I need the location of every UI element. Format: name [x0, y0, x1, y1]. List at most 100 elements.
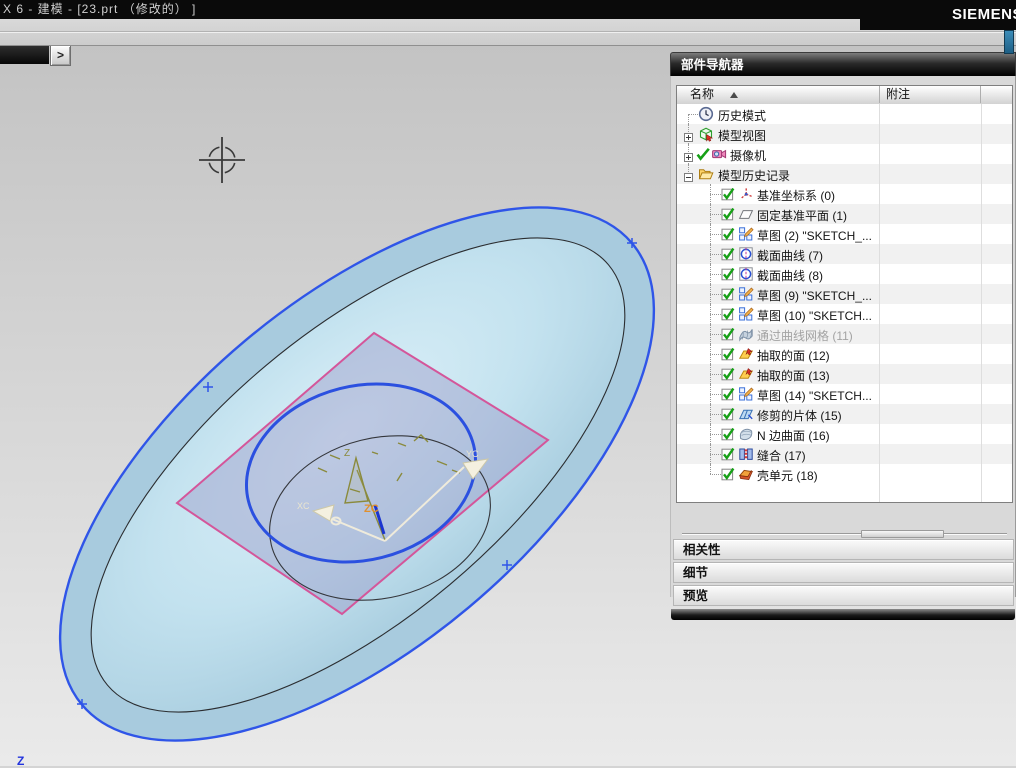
tree-guide [710, 254, 721, 255]
nside-icon [738, 426, 754, 442]
shell-icon [738, 466, 754, 482]
collapse-icon[interactable] [684, 169, 693, 182]
tree-item-label: 截面曲线 (7) [757, 249, 824, 263]
tree-item-label: N 边曲面 (16) [757, 429, 830, 443]
tree-item-history-mode[interactable]: 历史模式 [677, 104, 1012, 124]
sew-icon [738, 446, 754, 462]
column-header-name[interactable]: 名称 [677, 86, 880, 103]
tree-guide [710, 194, 721, 195]
tree-item-datum-csys[interactable]: 基准坐标系 (0) [677, 184, 1012, 204]
checkbox[interactable] [721, 387, 735, 401]
tree-item-label: 草图 (9) "SKETCH_... [757, 289, 872, 303]
checkbox[interactable] [721, 367, 735, 381]
tree-guide [710, 374, 721, 375]
docked-panel-tab[interactable] [1004, 30, 1014, 54]
tree-item-extracted-face-13[interactable]: 抽取的面 (13) [677, 364, 1012, 384]
checkbox[interactable] [721, 227, 735, 241]
window-title: X 6 - 建模 - [23.prt （修改的） ] [3, 2, 197, 16]
checkbox[interactable] [721, 307, 735, 321]
tree-item-section-curve-8[interactable]: 截面曲线 (8) [677, 264, 1012, 284]
column-note-label: 附注 [886, 87, 911, 101]
tree-item-shell-unit[interactable]: 壳单元 (18) [677, 464, 1012, 484]
checkbox[interactable] [721, 407, 735, 421]
checkbox[interactable] [721, 427, 735, 441]
tree-guide [710, 294, 721, 295]
trim-icon [738, 406, 754, 422]
siemens-logo: SIEMENS [860, 0, 1016, 30]
section-preview[interactable]: 预览 [673, 585, 1014, 606]
tree-item-label: 修剪的片体 (15) [757, 409, 842, 423]
face-icon [738, 346, 754, 362]
toolbar-divider-highlight [0, 32, 1016, 33]
face-icon [738, 366, 754, 382]
tree-item-extracted-face-12[interactable]: 抽取的面 (12) [677, 344, 1012, 364]
column-header-note[interactable]: 附注 [880, 86, 981, 103]
column-separator[interactable] [879, 104, 880, 502]
tree-item-sketch-9[interactable]: 草图 (9) "SKETCH_... [677, 284, 1012, 304]
section-details[interactable]: 细节 [673, 562, 1014, 583]
tree-guide [710, 474, 721, 475]
tree-item-sew[interactable]: 缝合 (17) [677, 444, 1012, 464]
sketch-icon [738, 286, 754, 302]
plane-icon [738, 206, 754, 222]
column-separator[interactable] [981, 104, 982, 502]
scrollbar-track [682, 533, 1007, 535]
tree-item-through-curve-mesh[interactable]: 通过曲线网格 (11) [677, 324, 1012, 344]
section-icon [738, 266, 754, 282]
tree-item-label: 截面曲线 (8) [757, 269, 824, 283]
tree-guide [688, 114, 698, 115]
navigator-tree: 名称 附注 历史模式模型视图 摄像机 模型历史记录基准坐标系 (0) 固定基准平面 (… [676, 85, 1013, 503]
tree-guide [710, 314, 721, 315]
clock-icon [698, 106, 714, 122]
tree-item-model-views[interactable]: 模型视图 [677, 124, 1012, 144]
checkbox[interactable] [721, 207, 735, 221]
tree-guide [710, 414, 721, 415]
checkbox[interactable] [721, 267, 735, 281]
tree-guide [710, 334, 721, 335]
tree-item-sketch-14[interactable]: 草图 (14) "SKETCH... [677, 384, 1012, 404]
panel-resize-edge[interactable] [671, 609, 1015, 620]
tree-item-label: 基准坐标系 (0) [757, 189, 836, 203]
part-navigator-panel: 部件导航器 名称 附注 历史模式模型视图 摄像机 模型历史记录基准坐标系 (0) 固定… [670, 52, 1016, 620]
tree-column-headers: 名称 附注 [677, 86, 1012, 105]
checkbox[interactable] [721, 347, 735, 361]
tree-item-label: 抽取的面 (13) [757, 369, 830, 383]
tree-item-n-sided-surface[interactable]: N 边曲面 (16) [677, 424, 1012, 444]
panel-body: 名称 附注 历史模式模型视图 摄像机 模型历史记录基准坐标系 (0) 固定基准平面 (… [670, 76, 1016, 620]
checkbox[interactable] [721, 247, 735, 261]
tree-item-label: 历史模式 [718, 109, 767, 123]
tree-item-label: 模型视图 [718, 129, 767, 143]
tree-item-label: 壳单元 (18) [757, 469, 818, 483]
mesh-icon [738, 326, 754, 342]
tree-item-trimmed-sheet[interactable]: 修剪的片体 (15) [677, 404, 1012, 424]
panel-title[interactable]: 部件导航器 [670, 52, 1016, 76]
tree-item-model-history[interactable]: 模型历史记录 [677, 164, 1012, 184]
section-dependencies[interactable]: 相关性 [673, 539, 1014, 560]
tree-item-fixed-datum-plane[interactable]: 固定基准平面 (1) [677, 204, 1012, 224]
tree-item-label: 通过曲线网格 (11) [757, 329, 853, 343]
tree-guide [710, 274, 721, 275]
expand-icon[interactable] [684, 149, 693, 162]
tree-item-label: 固定基准平面 (1) [757, 209, 848, 223]
checkbox[interactable] [721, 187, 735, 201]
horizontal-scrollbar[interactable] [676, 530, 1013, 539]
sketch-icon [738, 226, 754, 242]
column-header-extra[interactable] [982, 86, 1012, 103]
tree-item-sketch-10[interactable]: 草图 (10) "SKETCH... [677, 304, 1012, 324]
tree-item-cameras[interactable]: 摄像机 [677, 144, 1012, 164]
tree-item-sketch-2[interactable]: 草图 (2) "SKETCH_... [677, 224, 1012, 244]
expand-icon[interactable] [684, 129, 693, 142]
scrollbar-thumb[interactable] [861, 530, 944, 538]
tree-guide [710, 354, 721, 355]
tree-item-section-curve-7[interactable]: 截面曲线 (7) [677, 244, 1012, 264]
tree-item-label: 草图 (2) "SKETCH_... [757, 229, 872, 243]
checkbox[interactable] [721, 447, 735, 461]
tree-item-label: 草图 (10) "SKETCH... [757, 309, 872, 323]
expand-toolbar-button[interactable]: > [50, 45, 71, 66]
camera-icon [711, 146, 727, 162]
section-icon [738, 246, 754, 262]
checkbox[interactable] [721, 467, 735, 481]
checkbox[interactable] [721, 287, 735, 301]
siemens-logo-text: SIEMENS [951, 6, 1016, 23]
checkbox[interactable] [721, 327, 735, 341]
